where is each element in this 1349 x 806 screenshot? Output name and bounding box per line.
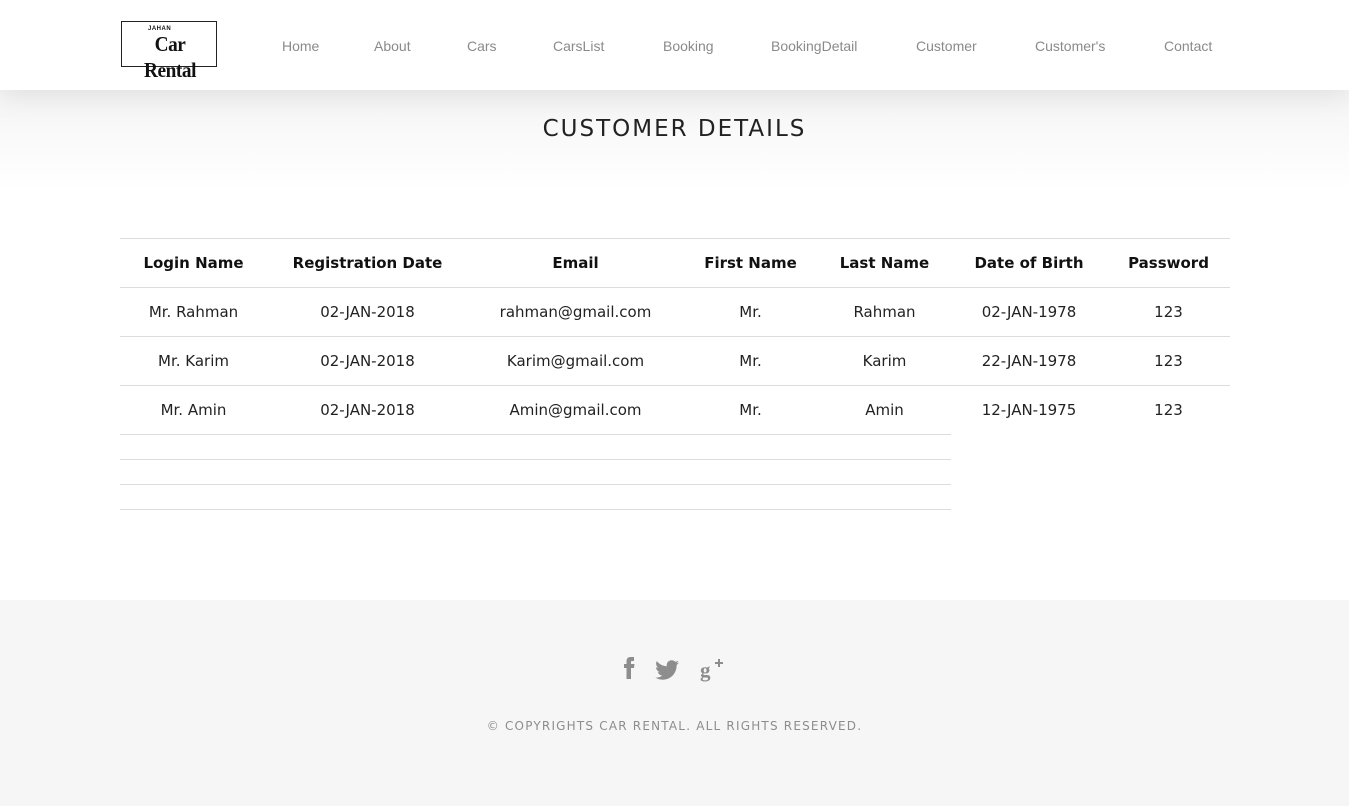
cell-date-of-birth: 22-JAN-1978 <box>951 336 1107 386</box>
column-header-date-of-birth: Date of Birth <box>951 238 1107 288</box>
cell-login-name: Mr. Amin <box>120 385 267 435</box>
cell-registration-date: 02-JAN-2018 <box>267 287 468 337</box>
nav-customers[interactable]: Customer's <box>1035 38 1105 54</box>
nav-cars[interactable]: Cars <box>467 38 497 54</box>
site-header: JAHAN Car Rental Home About Cars CarsLis… <box>0 0 1349 90</box>
cell-first-name: Mr. <box>683 385 818 435</box>
cell-password: 123 <box>1107 287 1230 337</box>
cell-password: 123 <box>1107 385 1230 435</box>
page-title: CUSTOMER DETAILS <box>542 116 807 142</box>
nav-carslist[interactable]: CarsList <box>553 38 604 54</box>
cell-registration-date: 02-JAN-2018 <box>267 336 468 386</box>
cell-last-name: Rahman <box>818 287 951 337</box>
logo-main-text: Car Rental <box>144 32 196 82</box>
nav-bookingdetail[interactable]: BookingDetail <box>771 38 857 54</box>
google-plus-icon[interactable]: g <box>700 655 724 683</box>
nav-booking[interactable]: Booking <box>663 38 714 54</box>
nav-home[interactable]: Home <box>282 38 319 54</box>
nav-contact[interactable]: Contact <box>1164 38 1212 54</box>
cell-email: rahman@gmail.com <box>468 287 683 337</box>
cell-last-name: Karim <box>818 336 951 386</box>
cell-password: 123 <box>1107 336 1230 386</box>
table-row: Mr. Amin 02-JAN-2018 Amin@gmail.com Mr. … <box>120 385 1230 435</box>
cell-first-name: Mr. <box>683 336 818 386</box>
cell-email: Karim@gmail.com <box>468 336 683 386</box>
nav-customer[interactable]: Customer <box>916 38 977 54</box>
site-footer <box>0 600 1349 806</box>
customer-table: Login Name Registration Date Email First… <box>120 238 1230 435</box>
nav-about[interactable]: About <box>374 38 411 54</box>
facebook-icon[interactable] <box>622 655 636 683</box>
column-header-login-name: Login Name <box>120 238 267 288</box>
table-empty-row-divider <box>120 459 951 460</box>
table-row: Mr. Karim 02-JAN-2018 Karim@gmail.com Mr… <box>120 336 1230 386</box>
column-header-password: Password <box>1107 238 1230 288</box>
table-row: Mr. Rahman 02-JAN-2018 rahman@gmail.com … <box>120 287 1230 337</box>
column-header-first-name: First Name <box>683 238 818 288</box>
svg-text:g: g <box>700 658 711 682</box>
twitter-icon[interactable] <box>655 655 680 683</box>
column-header-email: Email <box>468 238 683 288</box>
site-logo[interactable]: JAHAN Car Rental <box>121 21 217 82</box>
cell-last-name: Amin <box>818 385 951 435</box>
table-header-row: Login Name Registration Date Email First… <box>120 238 1230 288</box>
copyright-text: © COPYRIGHTS CAR RENTAL. ALL RIGHTS RESE… <box>486 719 863 733</box>
cell-login-name: Mr. Karim <box>120 336 267 386</box>
cell-registration-date: 02-JAN-2018 <box>267 385 468 435</box>
cell-first-name: Mr. <box>683 287 818 337</box>
cell-date-of-birth: 12-JAN-1975 <box>951 385 1107 435</box>
column-header-registration-date: Registration Date <box>267 238 468 288</box>
table-empty-row-divider <box>120 509 951 510</box>
cell-login-name: Mr. Rahman <box>120 287 267 337</box>
cell-date-of-birth: 02-JAN-1978 <box>951 287 1107 337</box>
table-empty-row-divider <box>120 484 951 485</box>
column-header-last-name: Last Name <box>818 238 951 288</box>
cell-email: Amin@gmail.com <box>468 385 683 435</box>
